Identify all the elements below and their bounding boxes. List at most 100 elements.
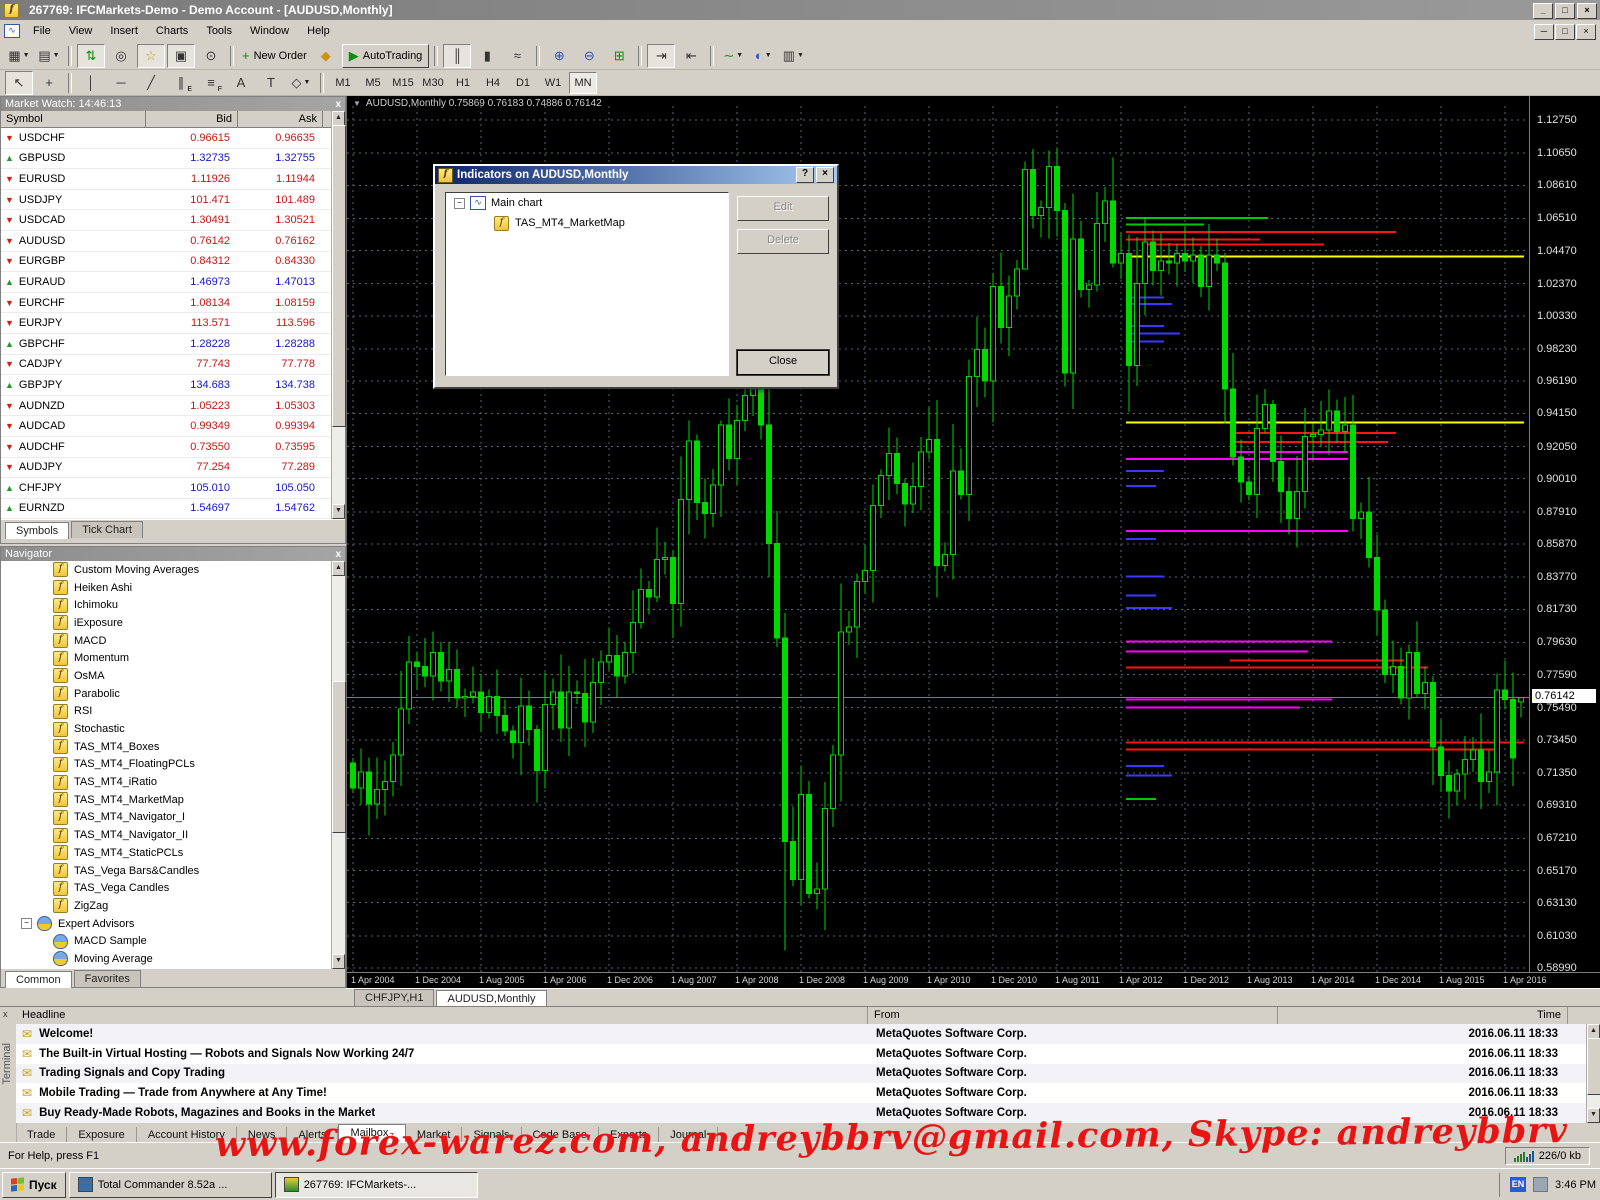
terminal-tab-journal[interactable]: Journal <box>659 1127 718 1143</box>
price-scale[interactable]: 0.76142 1.127501.106501.086101.065101.04… <box>1529 96 1600 972</box>
timeframe-m15[interactable]: M15 <box>389 72 417 94</box>
navigator-item-macd[interactable]: fMACD <box>1 632 345 650</box>
terminal-tab-signals[interactable]: Signals <box>462 1127 521 1143</box>
symbol-row-eurgbp[interactable]: ▼EURGBP0.843120.84330 <box>1 252 345 273</box>
collapse-arrow-icon[interactable]: ▼ <box>353 99 361 108</box>
market-watch-close-icon[interactable]: x <box>335 99 341 110</box>
text-tool[interactable]: A <box>227 71 255 95</box>
navigator-close-icon[interactable]: x <box>335 549 341 560</box>
timeframe-w1[interactable]: W1 <box>539 72 567 94</box>
tab-symbols[interactable]: Symbols <box>5 522 69 539</box>
timeframe-d1[interactable]: D1 <box>509 72 537 94</box>
terminal-tab-mailbox[interactable]: Mailbox7 <box>338 1124 405 1143</box>
crosshair-tool[interactable]: + <box>35 71 63 95</box>
fibonacci-tool[interactable]: ≡F <box>197 71 225 95</box>
symbol-row-audchf[interactable]: ▼AUDCHF0.735500.73595 <box>1 437 345 458</box>
symbol-row-eurjpy[interactable]: ▼EURJPY113.571113.596 <box>1 313 345 334</box>
periods-button[interactable]: ◐▼ <box>749 44 777 68</box>
new-chart-button[interactable]: ▦▼ <box>5 44 33 68</box>
tree-root-label[interactable]: Main chart <box>491 197 542 209</box>
horizontal-line-tool[interactable]: ─ <box>107 71 135 95</box>
channel-tool[interactable]: ∥E <box>167 71 195 95</box>
terminal-toggle[interactable]: ▣ <box>167 44 195 68</box>
menu-window[interactable]: Window <box>241 22 298 40</box>
symbol-row-usdchf[interactable]: ▼USDCHF0.966150.96635 <box>1 128 345 149</box>
dialog-close-icon[interactable]: × <box>816 167 834 183</box>
column-bid[interactable]: Bid <box>146 111 238 127</box>
navigator-item-tas-mt4-boxes[interactable]: fTAS_MT4_Boxes <box>1 738 345 756</box>
tree-collapse-icon[interactable]: − <box>454 198 465 209</box>
chart-window-icon[interactable]: ∿ <box>4 24 20 38</box>
profiles-button[interactable]: ▤▼ <box>35 44 63 68</box>
tray-icon[interactable] <box>1533 1177 1548 1192</box>
menu-help[interactable]: Help <box>298 22 339 40</box>
column-ask[interactable]: Ask <box>238 111 323 127</box>
shapes-tool[interactable]: ◇▼ <box>287 71 315 95</box>
minimize-button[interactable]: _ <box>1533 3 1553 19</box>
navigator-toggle[interactable]: ☆ <box>137 44 165 68</box>
tree-child-label[interactable]: TAS_MT4_MarketMap <box>515 217 625 229</box>
chart-shift-toggle[interactable]: ⇤ <box>677 44 705 68</box>
symbol-row-gbpchf[interactable]: ▲GBPCHF1.282281.28288 <box>1 334 345 355</box>
zoom-in-button[interactable]: ⊕ <box>545 44 573 68</box>
indicators-button[interactable]: ∼▼ <box>719 44 747 68</box>
navigator-item-tas-mt4-navigator-ii[interactable]: fTAS_MT4_Navigator_II <box>1 826 345 844</box>
symbol-row-audcad[interactable]: ▼AUDCAD0.993490.99394 <box>1 416 345 437</box>
mdi-restore-button[interactable]: □ <box>1555 24 1575 40</box>
taskbar-app-0[interactable]: Total Commander 8.52a ... <box>69 1172 272 1198</box>
strategy-tester-button[interactable]: ⊙ <box>197 44 225 68</box>
tree-collapse-icon[interactable]: − <box>21 918 32 929</box>
symbol-row-eurnzd[interactable]: ▲EURNZD1.546971.54762 <box>1 499 345 520</box>
zoom-out-button[interactable]: ⊖ <box>575 44 603 68</box>
navigator-item-osma[interactable]: fOsMA <box>1 667 345 685</box>
market-watch-toggle[interactable]: ⇅ <box>77 44 105 68</box>
symbol-row-cadjpy[interactable]: ▼CADJPY77.74377.778 <box>1 355 345 376</box>
timeframe-m5[interactable]: M5 <box>359 72 387 94</box>
terminal-close-icon[interactable]: x <box>3 1009 8 1019</box>
navigator-item-tas-vega-bars-candles[interactable]: fTAS_Vega Bars&Candles <box>1 862 345 880</box>
mail-row[interactable]: ✉Buy Ready-Made Robots, Magazines and Bo… <box>16 1103 1586 1123</box>
navigator-item-tas-mt4-staticpcls[interactable]: fTAS_MT4_StaticPCLs <box>1 844 345 862</box>
mdi-close-button[interactable]: × <box>1576 24 1596 40</box>
autotrading-button[interactable]: ▶AutoTrading <box>342 44 430 68</box>
tab-tick-chart[interactable]: Tick Chart <box>71 521 143 538</box>
terminal-tab-code-base[interactable]: Code Base <box>522 1127 599 1143</box>
delete-button[interactable]: Delete <box>737 229 829 254</box>
symbol-row-eurcad[interactable]: ▼EURCAD1.460461.46091 <box>1 519 345 520</box>
dialog-help-button[interactable]: ? <box>796 167 814 183</box>
chart-tab-audusd-monthly[interactable]: AUDUSD,Monthly <box>436 990 546 1007</box>
line-chart-button[interactable]: ≈ <box>503 44 531 68</box>
tab-favorites[interactable]: Favorites <box>74 970 141 987</box>
symbol-row-audjpy[interactable]: ▼AUDJPY77.25477.289 <box>1 458 345 479</box>
metaeditor-button[interactable]: ◆ <box>312 44 340 68</box>
column-symbol[interactable]: Symbol <box>1 111 146 127</box>
mail-row[interactable]: ✉Trading Signals and Copy TradingMetaQuo… <box>16 1064 1586 1084</box>
navigator-item-stochastic[interactable]: fStochastic <box>1 720 345 738</box>
symbol-row-eurchf[interactable]: ▼EURCHF1.081341.08159 <box>1 293 345 314</box>
terminal-tab-account-history[interactable]: Account History <box>137 1127 237 1143</box>
data-window-button[interactable]: ◎ <box>107 44 135 68</box>
navigator-item-heiken-ashi[interactable]: fHeiken Ashi <box>1 579 345 597</box>
mail-row[interactable]: ✉Welcome!MetaQuotes Software Corp.2016.0… <box>16 1024 1586 1044</box>
navigator-item-iexposure[interactable]: fiExposure <box>1 614 345 632</box>
symbol-row-audnzd[interactable]: ▼AUDNZD1.052231.05303 <box>1 396 345 417</box>
candlestick-button[interactable]: ▮ <box>473 44 501 68</box>
start-button[interactable]: Пуск <box>2 1172 66 1198</box>
timeframe-h1[interactable]: H1 <box>449 72 477 94</box>
bar-chart-button[interactable]: ║ <box>443 44 471 68</box>
tab-common[interactable]: Common <box>5 971 72 988</box>
terminal-tab-alerts[interactable]: Alerts <box>287 1127 338 1143</box>
navigator-item-moving-average[interactable]: Moving Average <box>1 950 345 968</box>
mdi-minimize-button[interactable]: ─ <box>1534 24 1554 40</box>
menu-file[interactable]: File <box>24 22 60 40</box>
timeframe-m30[interactable]: M30 <box>419 72 447 94</box>
terminal-tab-trade[interactable]: Trade <box>16 1127 67 1143</box>
close-button[interactable]: × <box>1577 3 1597 19</box>
column-from[interactable]: From <box>868 1007 1278 1024</box>
navigator-item-zigzag[interactable]: fZigZag <box>1 897 345 915</box>
trendline-tool[interactable]: ╱ <box>137 71 165 95</box>
language-indicator[interactable]: EN <box>1510 1177 1526 1192</box>
auto-scroll-toggle[interactable]: ⇥ <box>647 44 675 68</box>
terminal-tab-exposure[interactable]: Exposure <box>67 1127 136 1143</box>
restore-button[interactable]: □ <box>1555 3 1575 19</box>
